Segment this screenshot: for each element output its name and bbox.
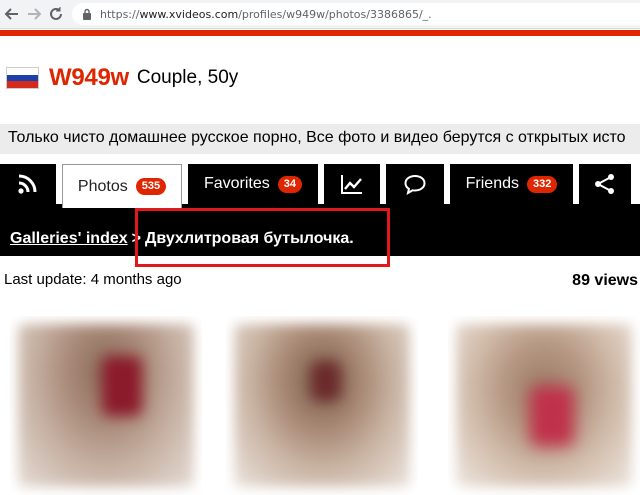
lock-icon [83, 8, 91, 20]
forward-icon[interactable] [24, 4, 44, 24]
tab-photos[interactable]: Photos 535 [62, 164, 182, 208]
tab-feed[interactable] [0, 164, 56, 204]
photo-thumbnail[interactable] [448, 316, 640, 495]
reload-icon[interactable] [46, 4, 66, 24]
friends-count-badge: 332 [527, 175, 558, 193]
share-icon [595, 174, 614, 194]
address-bar[interactable]: https://www.xvideos.com/profiles/w949w/p… [72, 3, 640, 25]
profile-header: W949w Couple, 50y [6, 60, 238, 96]
favorites-count-badge: 34 [277, 175, 303, 193]
last-update-text: Last update: 4 months ago [4, 271, 182, 288]
blurred-detail [530, 386, 574, 446]
blurred-detail [102, 356, 142, 416]
russia-flag-icon [6, 67, 39, 89]
profile-username[interactable]: W949w [49, 64, 129, 92]
galleries-index-link[interactable]: Galleries' index [10, 230, 128, 248]
browser-toolbar: https://www.xvideos.com/profiles/w949w/p… [0, 0, 640, 29]
tab-share[interactable] [579, 164, 631, 204]
tab-favorites[interactable]: Favorites 34 [188, 164, 318, 204]
gallery-meta: Last update: 4 months ago 89 views [4, 270, 640, 292]
profile-type: Couple, 50y [136, 67, 239, 88]
chart-icon [341, 175, 362, 194]
photo-thumbnail[interactable] [10, 316, 202, 495]
photos-count-badge: 535 [135, 178, 167, 195]
rss-icon [18, 174, 37, 194]
annotation-highlight-box [135, 208, 390, 267]
url-text: https://www.xvideos.com/profiles/w949w/p… [100, 7, 432, 21]
comment-icon [404, 174, 426, 195]
blurred-detail [311, 361, 341, 401]
photo-thumbnail[interactable] [226, 316, 418, 495]
views-count: 89 views [572, 272, 638, 289]
tab-friends[interactable]: Friends 332 [450, 164, 573, 204]
profile-about: Только чисто домашнее русское порно, Все… [0, 124, 640, 154]
blurred-photo [234, 324, 410, 487]
tab-photos-label: Photos [77, 177, 128, 195]
back-icon[interactable] [2, 4, 22, 24]
tab-friends-label: Friends [465, 175, 519, 192]
tab-comments[interactable] [386, 164, 444, 204]
site-header-bar [0, 30, 640, 36]
tab-stats[interactable] [324, 164, 380, 204]
tab-favorites-label: Favorites [203, 175, 270, 192]
